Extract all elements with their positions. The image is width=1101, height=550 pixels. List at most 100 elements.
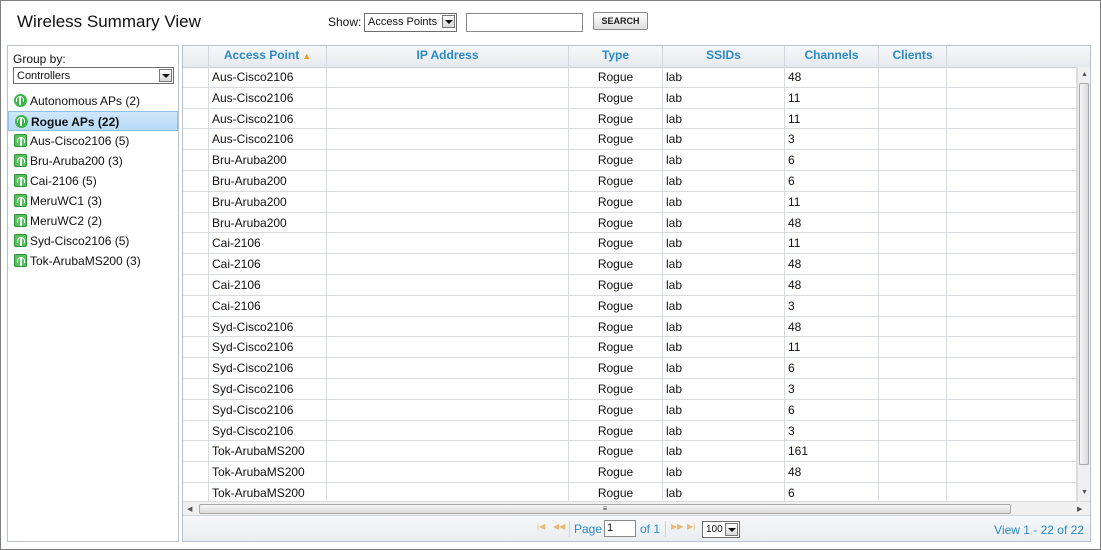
- table-row[interactable]: Syd-Cisco2106 Rogue lab 6: [183, 399, 1077, 421]
- column-header-ip-address[interactable]: IP Address: [327, 46, 569, 67]
- cell-filler: [947, 358, 1077, 379]
- cell-ip-address: [327, 274, 569, 295]
- table-row[interactable]: Aus-Cisco2106 Rogue lab 48: [183, 67, 1077, 88]
- cell-type: Rogue: [569, 67, 663, 87]
- scroll-right-icon[interactable]: ▶: [1077, 505, 1082, 513]
- table-row[interactable]: Cai-2106 Rogue lab 11: [183, 233, 1077, 255]
- cell-filler: [947, 274, 1077, 295]
- chevron-down-icon[interactable]: [725, 523, 738, 536]
- cell-ssids: lab: [663, 482, 785, 503]
- column-header-clients[interactable]: Clients: [879, 46, 947, 67]
- sidebar: Group by: Controllers Autonomous APs (2)…: [7, 45, 179, 542]
- first-page-icon[interactable]: |◀: [537, 522, 545, 531]
- cell-type: Rogue: [569, 191, 663, 212]
- cell-ip-address: [327, 482, 569, 503]
- show-select[interactable]: Access Points: [364, 13, 457, 32]
- tree-item-meruwc2[interactable]: MeruWC2 (2): [8, 211, 178, 231]
- tree-item-cai-2106[interactable]: Cai-2106 (5): [8, 171, 178, 191]
- cell-filler: [947, 233, 1077, 254]
- access-point-icon: [14, 94, 27, 107]
- rows-per-page-select[interactable]: 100: [702, 521, 740, 538]
- cell-clients: [879, 316, 947, 337]
- tree-item-label: MeruWC1 (3): [30, 194, 103, 208]
- tree-item-autonomous-aps[interactable]: Autonomous APs (2): [8, 91, 178, 111]
- column-header-access-point[interactable]: Access Point ▲: [209, 46, 327, 67]
- cell-access-point: Syd-Cisco2106: [209, 399, 327, 420]
- chevron-down-icon[interactable]: [159, 69, 172, 82]
- horizontal-scrollbar[interactable]: ◀ ≡ ▶: [183, 501, 1090, 515]
- column-header-channels[interactable]: Channels: [785, 46, 879, 67]
- cell-filler: [947, 129, 1077, 150]
- scroll-down-icon[interactable]: ▼: [1081, 489, 1088, 496]
- table-row[interactable]: Syd-Cisco2106 Rogue lab 11: [183, 337, 1077, 359]
- cell-ip-address: [327, 378, 569, 399]
- table-row[interactable]: Aus-Cisco2106 Rogue lab 3: [183, 129, 1077, 151]
- page-number-input[interactable]: 1: [604, 520, 636, 537]
- group-by-select[interactable]: Controllers: [13, 67, 174, 84]
- table-row[interactable]: Tok-ArubaMS200 Rogue lab 161: [183, 441, 1077, 463]
- scroll-up-icon[interactable]: ▲: [1081, 71, 1088, 78]
- cell-channels: 3: [785, 420, 879, 441]
- row-number-cell: [183, 254, 209, 275]
- row-number-cell: [183, 316, 209, 337]
- cell-ip-address: [327, 87, 569, 108]
- cell-ssids: lab: [663, 254, 785, 275]
- table-row[interactable]: Syd-Cisco2106 Rogue lab 3: [183, 420, 1077, 442]
- next-page-icon[interactable]: ▶▶: [671, 522, 683, 531]
- table-row[interactable]: Tok-ArubaMS200 Rogue lab 48: [183, 462, 1077, 483]
- last-page-icon[interactable]: ▶|: [687, 522, 695, 531]
- group-by-value: Controllers: [17, 70, 71, 82]
- cell-channels: 3: [785, 295, 879, 316]
- cell-clients: [879, 420, 947, 441]
- tree-item-aus-cisco2106[interactable]: Aus-Cisco2106 (5): [8, 131, 178, 151]
- horizontal-scroll-thumb[interactable]: ≡: [199, 504, 1011, 514]
- column-header-ssids[interactable]: SSIDs: [663, 46, 785, 67]
- cell-ssids: lab: [663, 233, 785, 254]
- cell-type: Rogue: [569, 399, 663, 420]
- table-row[interactable]: Cai-2106 Rogue lab 3: [183, 295, 1077, 317]
- cell-type: Rogue: [569, 337, 663, 358]
- cell-access-point: Syd-Cisco2106: [209, 316, 327, 337]
- tree-item-rogue-aps[interactable]: Rogue APs (22): [8, 111, 178, 131]
- chevron-down-icon[interactable]: [442, 15, 455, 28]
- tree-item-bru-aruba200[interactable]: Bru-Aruba200 (3): [8, 151, 178, 171]
- cell-clients: [879, 482, 947, 503]
- tree-item-tok-arubams200[interactable]: Tok-ArubaMS200 (3): [8, 251, 178, 271]
- cell-ip-address: [327, 212, 569, 233]
- table-row[interactable]: Aus-Cisco2106 Rogue lab 11: [183, 87, 1077, 109]
- vertical-scrollbar[interactable]: ▲ ▼: [1077, 67, 1090, 501]
- table-row[interactable]: Cai-2106 Rogue lab 48: [183, 254, 1077, 275]
- table-row[interactable]: Bru-Aruba200 Rogue lab 11: [183, 191, 1077, 213]
- cell-clients: [879, 212, 947, 233]
- tree-item-label: Autonomous APs (2): [30, 94, 141, 108]
- cell-access-point: Aus-Cisco2106: [209, 129, 327, 150]
- table-row[interactable]: Syd-Cisco2106 Rogue lab 48: [183, 316, 1077, 338]
- tree-item-meruwc1[interactable]: MeruWC1 (3): [8, 191, 178, 211]
- tree-item-syd-cisco2106[interactable]: Syd-Cisco2106 (5): [8, 231, 178, 251]
- cell-clients: [879, 295, 947, 316]
- cell-ip-address: [327, 462, 569, 483]
- table-row[interactable]: Syd-Cisco2106 Rogue lab 3: [183, 378, 1077, 400]
- cell-filler: [947, 212, 1077, 233]
- cell-type: Rogue: [569, 274, 663, 295]
- table-row[interactable]: Syd-Cisco2106 Rogue lab 6: [183, 358, 1077, 379]
- cell-channels: 6: [785, 170, 879, 191]
- table-row[interactable]: Bru-Aruba200 Rogue lab 6: [183, 170, 1077, 192]
- table-row[interactable]: Aus-Cisco2106 Rogue lab 11: [183, 108, 1077, 130]
- row-number-cell: [183, 274, 209, 295]
- table-row[interactable]: Cai-2106 Rogue lab 48: [183, 274, 1077, 296]
- previous-page-icon[interactable]: ◀◀: [553, 522, 565, 531]
- sort-ascending-icon[interactable]: ▲: [302, 51, 311, 61]
- scroll-left-icon[interactable]: ◀: [187, 505, 192, 513]
- table-row[interactable]: Bru-Aruba200 Rogue lab 6: [183, 150, 1077, 171]
- vertical-scroll-thumb[interactable]: [1079, 83, 1089, 465]
- access-point-grid: Access Point ▲ IP Address Type SSIDs Chan…: [182, 45, 1091, 542]
- cell-access-point: Bru-Aruba200: [209, 212, 327, 233]
- search-button[interactable]: SEARCH: [593, 12, 648, 30]
- cell-type: Rogue: [569, 87, 663, 108]
- table-row[interactable]: Bru-Aruba200 Rogue lab 48: [183, 212, 1077, 234]
- search-input[interactable]: [466, 13, 583, 32]
- cell-channels: 11: [785, 337, 879, 358]
- cell-channels: 48: [785, 274, 879, 295]
- column-header-type[interactable]: Type: [569, 46, 663, 67]
